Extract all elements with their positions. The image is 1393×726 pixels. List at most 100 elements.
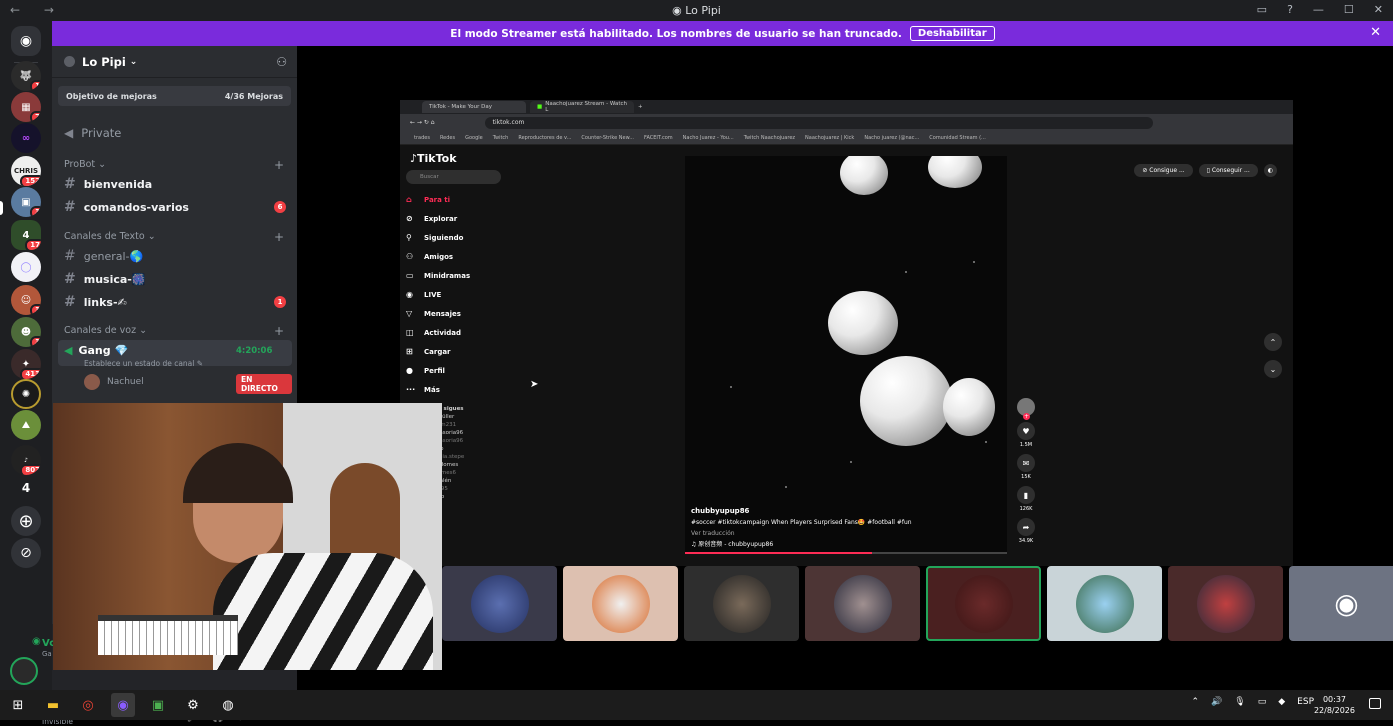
clock[interactable]: 00:37 22/8/2026	[1314, 694, 1355, 716]
bookmark[interactable]: Nacho juarez (@nac...	[864, 135, 919, 141]
bookmark[interactable]: Twitch Naachojuarez	[744, 135, 795, 141]
server-icon-lo-pipi[interactable]: 4 17	[11, 220, 41, 250]
tiktok-menu-item[interactable]: ⚲ Siguiendo	[406, 228, 516, 247]
inbox-icon[interactable]: ▭	[1257, 3, 1267, 16]
video-sound[interactable]: ♫ 原创音频 - chubbyupup86	[691, 539, 912, 550]
heart-icon[interactable]: ♥	[1017, 422, 1035, 440]
get-app-button[interactable]: ▯ Conseguir ...	[1198, 164, 1258, 177]
tiktok-video[interactable]: chubbyupup86 #soccer #tiktokcampaign Whe…	[685, 156, 1007, 554]
channel-comandos-varios[interactable]: # comandos-varios	[64, 199, 189, 215]
tiktok-menu-item[interactable]: ⊘ Explorar	[406, 209, 516, 228]
notifications-icon[interactable]	[1369, 698, 1381, 709]
server-folder-count[interactable]: 4	[11, 473, 41, 503]
participant-tile[interactable]	[684, 566, 799, 641]
next-video-icon[interactable]: ⌄	[1264, 360, 1282, 378]
server-header[interactable]: Lo Pipi ⌄ ⚇	[52, 46, 297, 78]
server-icon[interactable]: ✺	[11, 379, 41, 409]
add-channel-icon[interactable]: +	[274, 324, 284, 338]
creator-avatar[interactable]: +	[1017, 398, 1035, 420]
start-icon[interactable]: ⊞	[6, 693, 30, 717]
file-explorer-icon[interactable]: ▬	[41, 693, 65, 717]
channel-status[interactable]: Establece un estado de canal ✎	[84, 359, 203, 368]
server-icon[interactable]: CHRIS 152	[11, 156, 41, 186]
obs-icon[interactable]: ◍	[216, 693, 240, 717]
close-banner-icon[interactable]: ✕	[1370, 25, 1381, 40]
get-coins-button[interactable]: ⊘ Consigue ...	[1134, 164, 1193, 177]
share-icon[interactable]: ➦	[1017, 518, 1035, 536]
tab-tiktok[interactable]: TikTok - Make Your Day	[422, 101, 526, 113]
help-icon[interactable]: ?	[1287, 3, 1293, 16]
tiktok-logo[interactable]: ♪TikTok	[410, 152, 516, 165]
server-icon[interactable]: ∞	[11, 123, 41, 153]
server-icon[interactable]: ◯	[11, 252, 41, 282]
bookmark[interactable]: Reproductores de v...	[518, 135, 571, 141]
server-icon[interactable]: ▣ 3	[11, 187, 41, 217]
security-icon[interactable]: ◆	[1278, 697, 1285, 707]
category-texto[interactable]: Canales de Texto ⌄ +	[64, 230, 284, 244]
participant-tile[interactable]	[442, 566, 557, 641]
bookmark[interactable]: Google	[465, 135, 483, 141]
category-probot[interactable]: ProBot ⌄ +	[64, 158, 284, 172]
user-avatar[interactable]	[10, 657, 38, 685]
previous-video-icon[interactable]: ⌃	[1264, 333, 1282, 351]
tiktok-search[interactable]: Buscar	[406, 170, 501, 184]
add-channel-icon[interactable]: +	[274, 158, 284, 172]
bookmark[interactable]: Counter-Strike New...	[581, 135, 634, 141]
chrome-icon[interactable]: ◎	[76, 693, 100, 717]
participant-tile[interactable]	[563, 566, 678, 641]
bookmark[interactable]: Nacho Juarez - You...	[683, 135, 734, 141]
tiktok-menu-item[interactable]: ▽ Mensajes	[406, 304, 516, 323]
invite-people-icon[interactable]: ⚇	[276, 55, 287, 69]
video-author[interactable]: chubbyupup86	[691, 506, 912, 517]
voice-user-name[interactable]: Nachuel	[107, 377, 144, 387]
discord-icon[interactable]: ◉	[111, 693, 135, 717]
bookmark[interactable]: Naachojuarez | Kick	[805, 135, 854, 141]
boost-goal[interactable]: Objetivo de mejoras 4/36 Mejoras	[58, 86, 291, 106]
bookmark[interactable]: Comunidad Stream (...	[929, 135, 986, 141]
add-channel-icon[interactable]: +	[274, 230, 284, 244]
tiktok-menu-item[interactable]: ● Perfil	[406, 361, 516, 380]
tab-stream[interactable]: ■ Naachojuarez Stream - Watch L	[530, 101, 634, 113]
participant-tile[interactable]	[1168, 566, 1283, 641]
channel-musica[interactable]: # musica-🎆	[64, 271, 146, 287]
server-icon[interactable]: ☺ 3	[11, 285, 41, 315]
server-icon[interactable]: ⛰	[11, 410, 41, 440]
language-indicator[interactable]: ESP	[1297, 697, 1314, 707]
participant-tile[interactable]	[1047, 566, 1162, 641]
translate-link[interactable]: Ver traducción	[691, 528, 912, 539]
private-channel[interactable]: ◀ Private	[64, 126, 121, 140]
minimize-button[interactable]: —	[1313, 3, 1324, 16]
followed-account[interactable]: o Homes	[434, 461, 516, 469]
bookmark-icon[interactable]: ▮	[1017, 486, 1035, 504]
disable-streamer-button[interactable]: Deshabilitar	[909, 26, 995, 41]
followed-account[interactable]: odo	[434, 493, 516, 501]
tiktok-menu-item[interactable]: ⌂ Para ti	[406, 190, 516, 209]
tiktok-menu-item[interactable]: ▭ Minidramas	[406, 266, 516, 285]
app-icon[interactable]: ▣	[146, 693, 170, 717]
settings-icon[interactable]: ⚙	[181, 693, 205, 717]
bookmark[interactable]: FACEIT.com	[644, 135, 673, 141]
bookmark[interactable]: Twitch	[493, 135, 509, 141]
followed-account[interactable]: oMüller	[434, 413, 516, 421]
maximize-button[interactable]: ☐	[1344, 3, 1354, 16]
channel-bienvenida[interactable]: # bienvenida	[64, 176, 152, 192]
server-icon[interactable]: ☻ 3	[11, 317, 41, 347]
stream-view[interactable]: TikTok - Make Your Day ■ Naachojuarez Str…	[297, 46, 1393, 690]
server-icon[interactable]: 🐺 1	[11, 61, 41, 91]
bookmark[interactable]: trades	[414, 135, 430, 141]
network-icon[interactable]: ▭	[1258, 697, 1267, 707]
volume-icon[interactable]: 🔊	[1211, 697, 1222, 707]
participant-tile-speaking[interactable]	[926, 566, 1041, 641]
category-voz[interactable]: Canales de voz ⌄ +	[64, 324, 284, 338]
channel-general[interactable]: # general-🌎	[64, 248, 143, 264]
participant-tile[interactable]	[805, 566, 920, 641]
comment-icon[interactable]: ✉	[1017, 454, 1035, 472]
tiktok-menu-item[interactable]: ◉ LIVE	[406, 285, 516, 304]
participant-tile[interactable]: ◉	[1289, 566, 1393, 641]
server-icon[interactable]: ✦ 413	[11, 349, 41, 379]
tiktok-menu-item[interactable]: ⊞ Cargar	[406, 342, 516, 361]
nav-buttons[interactable]: ← → ↻ ⌂	[410, 119, 435, 126]
follow-plus-icon[interactable]: +	[1023, 413, 1030, 420]
tiktok-menu-item[interactable]: ⚇ Amigos	[406, 247, 516, 266]
new-tab-icon[interactable]: +	[638, 104, 643, 110]
